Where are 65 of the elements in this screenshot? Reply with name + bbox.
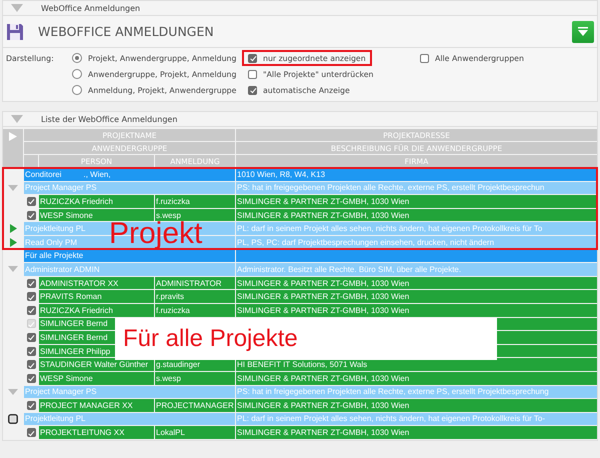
group-description: PS: hat in freigegebenen Projekten alle Rechte, externe PS, erstellt Projektbesprechung: [236, 386, 597, 398]
dropdown-button[interactable]: [572, 20, 594, 42]
person-name: WESP Simone: [39, 208, 154, 222]
company-name: SIMLINGER & PARTNER ZT-GMBH, 1030 Wien: [236, 372, 597, 384]
checkbox[interactable]: [26, 360, 36, 370]
checkbox[interactable]: [420, 54, 429, 62]
section-title: Liste der WebOffice Anmeldungen: [41, 114, 178, 124]
user-group-name[interactable]: Project Manager PS: [24, 386, 235, 398]
user-group-name[interactable]: Project Manager PS: [24, 182, 235, 194]
person-name: RUZICZKA Friedrich: [39, 304, 154, 317]
person-name: ADMINISTRATOR XX: [39, 276, 154, 290]
checkbox[interactable]: [26, 374, 36, 383]
triangle-down-icon: [578, 27, 588, 36]
person-name: RUZICZKA Friedrich: [39, 195, 154, 208]
person-name: PROJECT MANAGER XX: [39, 399, 154, 412]
checkbox[interactable]: [26, 292, 36, 302]
login-name: s.wesp: [155, 208, 235, 222]
expand-icon[interactable]: [10, 224, 16, 234]
group-description: PL: darf in seinem Projekt alles sehen, nichts ändern, hat eigenen Protokollkreis für To: [236, 222, 597, 235]
section-title: WebOffice Anmeldungen: [41, 4, 140, 12]
login-name: PROJECTMANAGER: [155, 399, 235, 412]
checkbox[interactable]: [26, 346, 36, 356]
user-group-name[interactable]: Projektleitung PL: [24, 412, 235, 426]
checkbox[interactable]: [248, 54, 257, 62]
radio-button[interactable]: [72, 53, 82, 63]
login-name: f.ruziczka: [155, 195, 235, 208]
checkbox[interactable]: [248, 86, 257, 94]
checkbox[interactable]: [248, 70, 257, 78]
group-description: Administrator. Besitzt alle Rechte. Büro SIM, über alle Projekte.: [236, 263, 597, 276]
login-name: s.wesp: [155, 372, 235, 384]
save-icon[interactable]: [6, 22, 24, 40]
panel-title: WEBOFFICE ANMELDUNGEN: [38, 24, 215, 39]
expand-icon[interactable]: [10, 238, 16, 247]
project-address: 1010 Wien, R8, W4, K13: [236, 168, 597, 181]
person-name: WESP Simone: [39, 372, 154, 384]
company-name: SIMLINGER & PARTNER ZT-GMBH, 1030 Wien: [236, 426, 597, 439]
company-name: SIMLINGER & PARTNER ZT-GMBH, 1030 Wien: [236, 276, 597, 290]
company-name: SIMLINGER & PARTNER ZT-GMBH, 1030 Wien: [236, 304, 597, 317]
radio-button[interactable]: [72, 85, 82, 95]
company-name: SIMLINGER & PARTNER ZT-GMBH, 1030 Wien: [236, 290, 597, 303]
login-name: ADMINISTRATOR: [155, 276, 235, 290]
group-description: PL, PS, PC: darf Projektbesprechungen einsehen, drucken, nicht ändern: [236, 236, 597, 249]
checkbox[interactable]: [26, 400, 36, 410]
checkbox[interactable]: [26, 428, 36, 438]
checkbox[interactable]: [26, 306, 36, 315]
group-description: PS: hat in freigegebenen Projekten alle Rechte, externe PS, erstellt Projektbesprechun: [236, 182, 597, 194]
person-name: PROJEKTLEITUNG XX: [39, 426, 154, 439]
project-name[interactable]: Für alle Projekte: [24, 250, 235, 262]
login-name: f.ruziczka: [155, 304, 235, 317]
checkbox[interactable]: [26, 332, 36, 342]
login-name: LokalPL: [155, 426, 235, 439]
company-name: SIMLINGER & PARTNER ZT-GMBH, 1030 Wien: [236, 195, 597, 208]
company-name: SIMLINGER & PARTNER ZT-GMBH, 1030 Wien: [236, 208, 597, 222]
group-description: PL: darf in seinem Projekt alles sehen, nichts ändern, hat eigenen Protokollkreis für To-: [236, 412, 597, 426]
checkbox[interactable]: [26, 210, 36, 220]
checkbox[interactable]: [26, 196, 36, 206]
person-name: PRAVITS Roman: [39, 290, 154, 303]
project-name[interactable]: Conditorei ., Wien,: [24, 168, 235, 181]
company-name: SIMLINGER & PARTNER ZT-GMBH, 1030 Wien: [236, 399, 597, 412]
login-name: r.pravits: [155, 290, 235, 303]
person-name: STAUDINGER Walter Günther: [39, 358, 154, 371]
radio-button[interactable]: [72, 69, 82, 79]
checkbox[interactable]: [26, 278, 36, 288]
user-group-name[interactable]: Administrator ADMIN: [24, 263, 235, 276]
checkbox-icon[interactable]: [8, 414, 18, 424]
